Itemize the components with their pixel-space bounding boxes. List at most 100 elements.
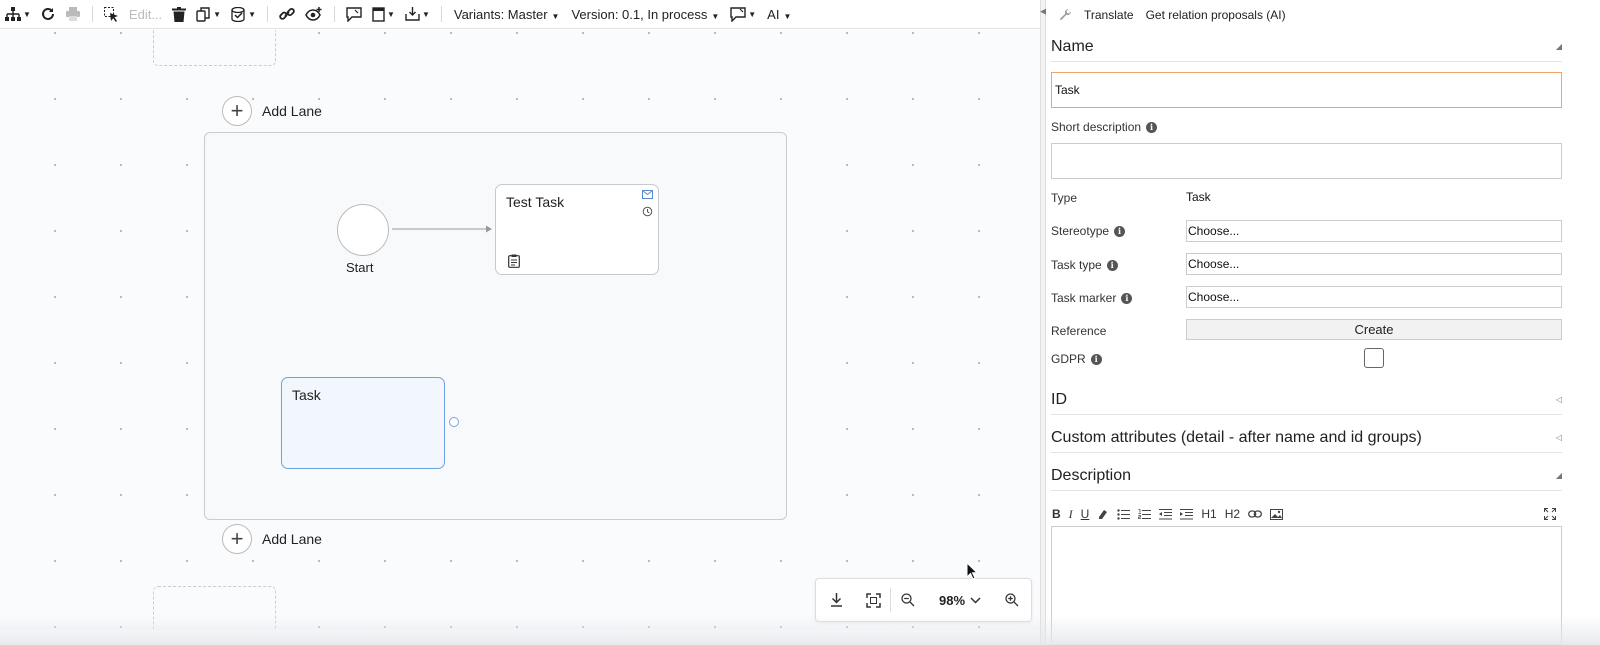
link-button[interactable] <box>274 0 300 29</box>
page-icon <box>372 6 385 22</box>
short-description-input[interactable] <box>1051 143 1562 179</box>
custom-attributes-section-header[interactable]: Custom attributes (detail - after name a… <box>1051 423 1562 453</box>
reference-label: Reference <box>1051 324 1106 338</box>
numbered-list-icon[interactable] <box>1138 508 1152 520</box>
info-icon[interactable]: i <box>1146 121 1158 133</box>
name-input[interactable] <box>1051 72 1562 108</box>
refresh-icon <box>41 7 54 20</box>
variants-dropdown[interactable]: Variants: Master ▼ <box>448 7 566 22</box>
page-menu-button[interactable]: ▼ <box>367 0 400 29</box>
chevron-down-icon: ▼ <box>783 11 792 21</box>
zoom-out-button[interactable] <box>891 579 925 621</box>
indent-icon[interactable] <box>1180 508 1194 520</box>
relation-proposals-button[interactable]: Get relation proposals (AI) <box>1146 8 1286 22</box>
zoom-out-icon <box>901 593 915 607</box>
ai-dropdown[interactable]: AI ▼ <box>761 7 797 22</box>
info-icon[interactable]: i <box>1090 353 1102 365</box>
task-marker-select[interactable]: Choose... <box>1186 286 1562 308</box>
chevron-down-icon: ▼ <box>387 9 395 19</box>
history-icon <box>642 206 653 217</box>
collapse-triangle-icon: ◢ <box>1555 471 1562 480</box>
field-label-text: Stereotype <box>1051 224 1110 238</box>
task-test-task[interactable]: Test Task <box>495 184 659 275</box>
heading2-button[interactable]: H2 <box>1225 507 1240 521</box>
trash-icon <box>172 6 187 22</box>
rich-text-toolbar: B I U H1 H2 <box>1052 504 1562 524</box>
lane-placeholder-top <box>153 30 276 66</box>
gdpr-checkbox[interactable] <box>1364 348 1384 368</box>
add-lane-label: Add Lane <box>262 531 322 547</box>
bold-button[interactable]: B <box>1052 507 1061 521</box>
id-section-header[interactable]: ID ◁ <box>1051 385 1562 415</box>
hierarchy-icon <box>5 7 21 21</box>
expand-triangle-icon: ◁ <box>1555 395 1562 404</box>
create-reference-button[interactable]: Create <box>1186 319 1562 340</box>
type-label: Type <box>1051 191 1077 205</box>
start-event[interactable] <box>337 204 389 256</box>
add-lane-bottom-button[interactable]: + Add Lane <box>222 524 322 554</box>
chevron-down-icon: ▼ <box>421 9 430 19</box>
info-icon[interactable]: i <box>1106 259 1118 271</box>
highlighter-icon[interactable] <box>1097 508 1109 520</box>
version-dropdown[interactable]: Version: 0.1, In process ▼ <box>565 7 725 22</box>
info-icon[interactable]: i <box>1114 225 1126 237</box>
eye-plus-icon <box>305 7 322 21</box>
lane-placeholder-bottom <box>153 586 276 630</box>
select-tool-button[interactable] <box>99 0 124 29</box>
add-lane-top-button[interactable]: + Add Lane <box>222 96 322 126</box>
zoom-in-button[interactable] <box>995 579 1029 621</box>
description-section-header[interactable]: Description ◢ <box>1051 461 1562 491</box>
import-menu-button[interactable]: ▼ <box>400 0 435 29</box>
stereotype-label: Stereotype i <box>1051 224 1126 238</box>
hierarchy-menu-button[interactable]: ▼ <box>0 0 36 29</box>
chevron-down-icon: ▼ <box>711 11 720 21</box>
stereotype-select[interactable]: Choose... <box>1186 220 1562 242</box>
info-icon[interactable]: i <box>1121 292 1133 304</box>
export-menu-button[interactable]: ▼ <box>226 0 261 29</box>
copy-menu-button[interactable]: ▼ <box>191 0 226 29</box>
fit-to-screen-button[interactable] <box>856 579 890 621</box>
underline-button[interactable]: U <box>1081 507 1090 521</box>
download-button[interactable] <box>816 579 856 621</box>
start-event-label: Start <box>346 260 374 275</box>
diagram-canvas[interactable]: + Add Lane Start Test Task Task + Add La… <box>0 30 1040 630</box>
translate-button[interactable]: Translate <box>1084 8 1134 22</box>
add-lane-label: Add Lane <box>262 103 322 119</box>
task-type-select[interactable]: Choose... <box>1186 253 1562 275</box>
outdent-icon[interactable] <box>1159 508 1173 520</box>
toolbar-divider <box>334 6 336 22</box>
description-editor[interactable] <box>1051 526 1562 645</box>
variants-label: Variants: Master <box>453 6 548 22</box>
panel-toolbar: Translate Get relation proposals (AI) <box>1046 0 1600 29</box>
expand-triangle-icon: ◁ <box>1555 433 1562 442</box>
connect-handle[interactable] <box>449 417 459 427</box>
italic-button[interactable]: I <box>1069 507 1073 522</box>
chevron-down-icon: ▼ <box>248 9 257 19</box>
edit-button[interactable]: Edit... <box>124 0 167 29</box>
chevron-down-icon: ▼ <box>551 11 560 21</box>
ai-label: AI <box>767 6 780 22</box>
zoom-level-dropdown[interactable]: 98% <box>925 579 995 621</box>
app-root: ▼ Edit... ▼ ▼ ▼ ▼ Variants: Master ▼ Ver… <box>0 0 1600 645</box>
gdpr-label: GDPR i <box>1051 352 1102 366</box>
task-task[interactable]: Task <box>281 377 445 469</box>
name-section-header[interactable]: Name ◢ <box>1051 32 1562 62</box>
link-icon[interactable] <box>1248 509 1262 519</box>
heading1-button[interactable]: H1 <box>1201 507 1216 521</box>
image-icon[interactable] <box>1270 508 1284 520</box>
field-label-text: Type <box>1051 191 1078 205</box>
refresh-button[interactable] <box>36 0 60 29</box>
watch-button[interactable] <box>300 0 328 29</box>
task-type-label: Task type i <box>1051 258 1118 272</box>
section-title: ID <box>1051 390 1067 408</box>
delete-button[interactable] <box>167 0 191 29</box>
comment-menu-button[interactable]: ▼ <box>725 0 761 29</box>
fullscreen-icon[interactable] <box>1544 508 1556 520</box>
plus-icon: + <box>222 96 252 126</box>
mouse-cursor-icon <box>966 562 978 580</box>
print-button[interactable] <box>60 0 86 29</box>
section-title: Name <box>1051 37 1094 55</box>
sequence-flow-connector[interactable] <box>392 223 496 235</box>
comment-button[interactable] <box>341 0 367 29</box>
bullet-list-icon[interactable] <box>1117 508 1131 520</box>
